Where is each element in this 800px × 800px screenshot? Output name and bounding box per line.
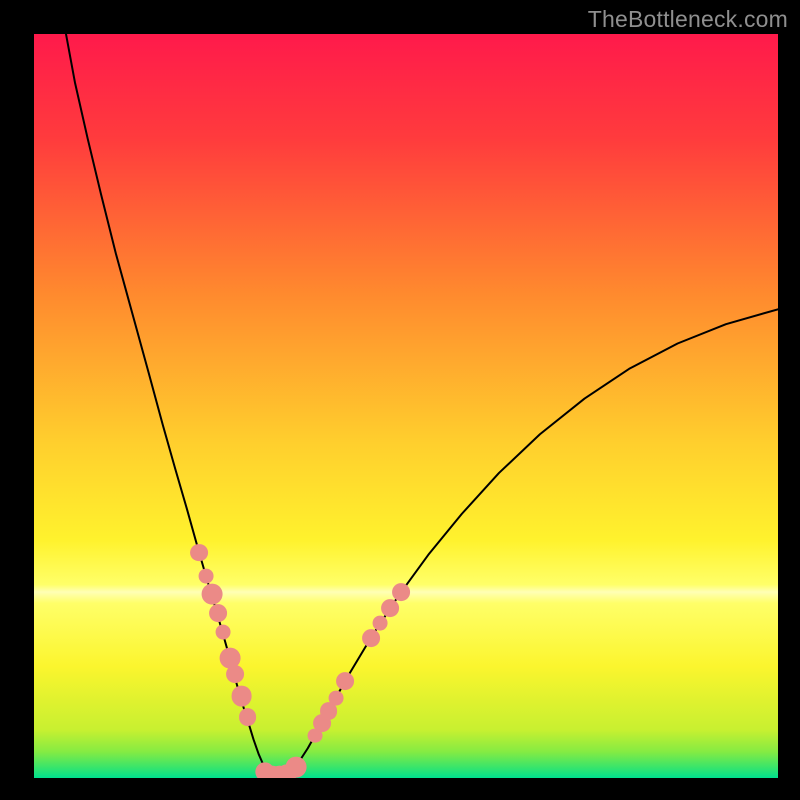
- data-dot: [201, 584, 222, 605]
- curve-path: [66, 34, 778, 777]
- data-dot: [336, 672, 354, 690]
- data-dot: [226, 665, 244, 683]
- data-dot: [190, 544, 208, 562]
- data-dot: [329, 690, 344, 705]
- plot-area: [34, 34, 778, 778]
- data-dot: [285, 756, 306, 777]
- data-dot: [231, 686, 252, 707]
- data-dot: [216, 625, 231, 640]
- data-dot: [381, 599, 399, 617]
- bottleneck-curve: [34, 34, 778, 778]
- watermark-text: TheBottleneck.com: [588, 6, 788, 33]
- data-dot: [373, 616, 388, 631]
- chart-stage: TheBottleneck.com: [0, 0, 800, 800]
- data-dot: [392, 583, 410, 601]
- data-dot: [198, 568, 213, 583]
- data-dot: [209, 604, 227, 622]
- data-dot: [239, 708, 257, 726]
- data-dot: [362, 629, 380, 647]
